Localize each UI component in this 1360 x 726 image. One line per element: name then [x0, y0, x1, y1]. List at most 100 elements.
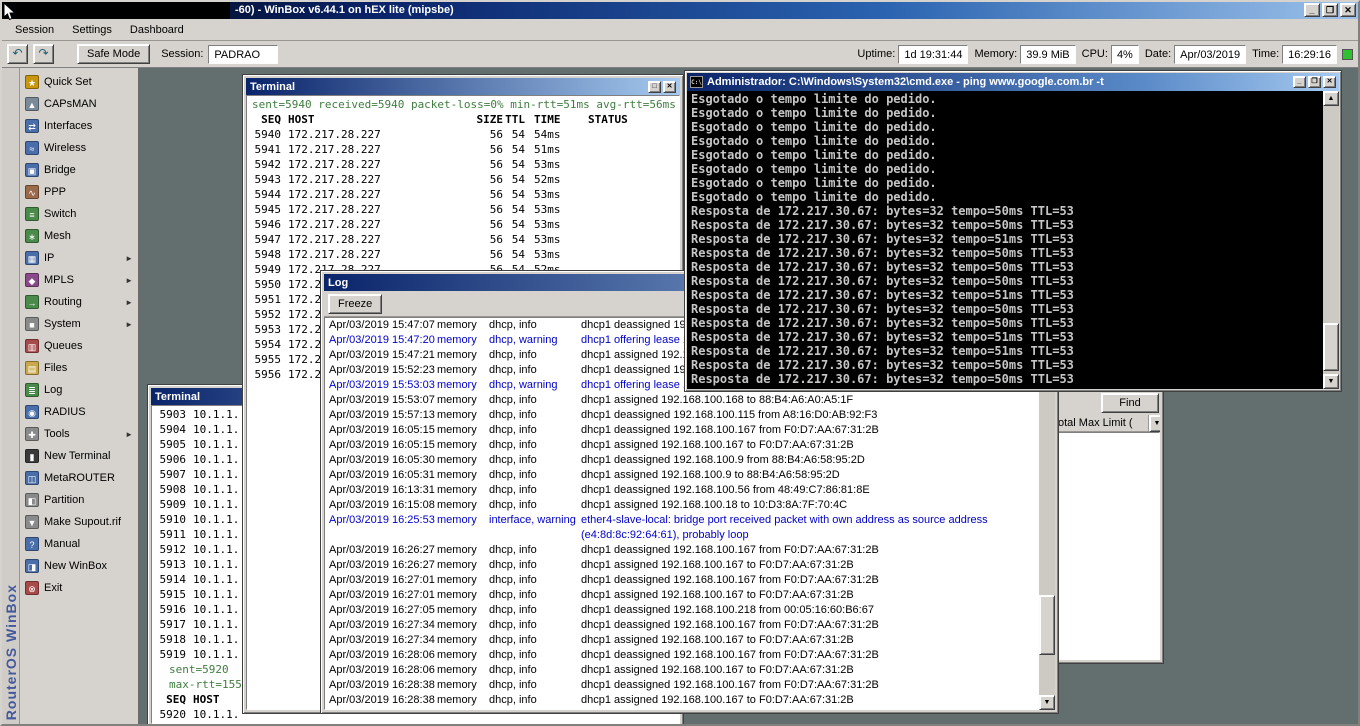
sidebar-item-exit[interactable]: ⊗ Exit — [20, 577, 138, 599]
sidebar-item-switch[interactable]: ≡ Switch — [20, 203, 138, 225]
cmd-console-output[interactable]: Esgotado o tempo limite do pedido. Esgot… — [687, 91, 1323, 389]
files-icon: ▤ — [25, 361, 39, 375]
sidebar-item-metarouter[interactable]: ◫ MetaROUTER — [20, 467, 138, 489]
sidebar-item-make-supout[interactable]: ▼ Make Supout.rif — [20, 511, 138, 533]
terminal2-title: Terminal — [155, 390, 201, 403]
terminal2-row: 5921 10.1.1. — [152, 722, 679, 723]
menu-dashboard[interactable]: Dashboard — [121, 20, 193, 40]
sidebar-item-quick-set[interactable]: ★ Quick Set — [20, 71, 138, 93]
sidebar-item-mesh[interactable]: ∗ Mesh — [20, 225, 138, 247]
log-row[interactable]: Apr/03/2019 16:27:01 memory dhcp, info d… — [325, 573, 1038, 588]
terminal1-row: 5948 172.217.28.227 56 54 53ms — [254, 248, 561, 261]
log-row[interactable]: Apr/03/2019 16:25:53 memory interface, w… — [325, 513, 1038, 543]
sidebar-item-log[interactable]: ≣ Log — [20, 379, 138, 401]
maximize-button[interactable]: ❐ — [1322, 3, 1338, 17]
sidebar-item-tools[interactable]: ✚ Tools ► — [20, 423, 138, 445]
log-row[interactable]: Apr/03/2019 16:05:31 memory dhcp, info d… — [325, 468, 1038, 483]
sidebar-item-wireless[interactable]: ≈ Wireless — [20, 137, 138, 159]
menu-session[interactable]: Session — [6, 20, 63, 40]
cmd-scrollbar-thumb[interactable] — [1323, 323, 1339, 371]
log-row[interactable]: Apr/03/2019 16:27:34 memory dhcp, info d… — [325, 633, 1038, 648]
log-row[interactable]: Apr/03/2019 15:57:13 memory dhcp, info d… — [325, 408, 1038, 423]
log-message: dhcp1 deassigned 192.168.100.167 from F0… — [581, 544, 879, 556]
cmd-line: Resposta de 172.217.30.67: bytes=32 temp… — [691, 246, 1074, 260]
cmd-close-button[interactable]: ✕ — [1323, 76, 1336, 88]
log-time: Apr/03/2019 16:05:30 — [329, 454, 435, 466]
sidebar-item-partition[interactable]: ◧ Partition — [20, 489, 138, 511]
sidebar-item-capsman[interactable]: ▲ CAPsMAN — [20, 93, 138, 115]
freeze-button[interactable]: Freeze — [328, 293, 383, 314]
sidebar-item-ip[interactable]: ▦ IP ► — [20, 247, 138, 269]
log-topics: interface, warning — [489, 514, 576, 526]
log-time: Apr/03/2019 15:47:21 — [329, 349, 435, 361]
minimize-button[interactable]: _ — [1304, 3, 1320, 17]
log-row[interactable]: Apr/03/2019 16:28:38 memory dhcp, info d… — [325, 693, 1038, 708]
log-row[interactable]: Apr/03/2019 16:26:27 memory dhcp, info d… — [325, 558, 1038, 573]
log-row[interactable]: Apr/03/2019 16:28:06 memory dhcp, info d… — [325, 663, 1038, 678]
log-row[interactable]: Apr/03/2019 16:27:01 memory dhcp, info d… — [325, 588, 1038, 603]
log-buffer: memory — [437, 394, 477, 406]
undo-icon[interactable]: ↶ — [7, 44, 28, 64]
log-row[interactable]: Apr/03/2019 16:05:30 memory dhcp, info d… — [325, 453, 1038, 468]
switch-icon: ≡ — [25, 207, 39, 221]
sidebar-item-bridge[interactable]: ▣ Bridge — [20, 159, 138, 181]
sidebar-item-radius[interactable]: ◉ RADIUS — [20, 401, 138, 423]
log-scrollbar-thumb[interactable] — [1039, 595, 1055, 655]
find-button[interactable]: Find — [1101, 393, 1159, 413]
log-topics: dhcp, info — [489, 499, 537, 511]
sidebar-item-queues[interactable]: ▥ Queues — [20, 335, 138, 357]
log-row[interactable]: Apr/03/2019 15:53:07 memory dhcp, info d… — [325, 393, 1038, 408]
log-icon: ≣ — [25, 383, 39, 397]
log-row[interactable]: Apr/03/2019 16:05:15 memory dhcp, info d… — [325, 423, 1038, 438]
sidebar-item-files[interactable]: ▤ Files — [20, 357, 138, 379]
exit-icon: ⊗ — [25, 581, 39, 595]
cmd-line: Esgotado o tempo limite do pedido. — [691, 148, 937, 162]
log-row[interactable]: Apr/03/2019 16:28:38 memory dhcp, info d… — [325, 678, 1038, 693]
session-field[interactable]: PADRAO — [208, 44, 279, 64]
sidebar-item-mpls[interactable]: ◆ MPLS ► — [20, 269, 138, 291]
sidebar-item-routing[interactable]: → Routing ► — [20, 291, 138, 313]
log-time: Apr/03/2019 16:27:01 — [329, 574, 435, 586]
terminal1-close-icon[interactable]: ✕ — [663, 80, 676, 93]
redo-icon[interactable]: ↷ — [33, 44, 54, 64]
cmd-scroll-down-icon[interactable]: ▼ — [1323, 374, 1339, 389]
scroll-down-icon[interactable]: ▼ — [1039, 695, 1055, 710]
terminal1-titlebar[interactable]: Terminal □ ✕ — [246, 78, 680, 95]
log-row[interactable]: Apr/03/2019 16:28:06 memory dhcp, info d… — [325, 648, 1038, 663]
stat-label: Date: — [1144, 48, 1172, 60]
log-time: Apr/03/2019 16:27:34 — [329, 634, 435, 646]
sidebar: RouterOS WinBox ★ Quick Set ▲ CAPsMAN ⇄ — [2, 68, 139, 724]
sidebar-item-interfaces[interactable]: ⇄ Interfaces — [20, 115, 138, 137]
sidebar-item-manual[interactable]: ? Manual — [20, 533, 138, 555]
main-titlebar[interactable]: -60) - WinBox v6.44.1 on hEX lite (mipsb… — [2, 2, 1358, 19]
safe-mode-button[interactable]: Safe Mode — [77, 44, 151, 64]
close-button[interactable]: ✕ — [1340, 3, 1356, 17]
log-row[interactable]: Apr/03/2019 16:15:08 memory dhcp, info d… — [325, 498, 1038, 513]
sidebar-item-system[interactable]: ■ System ► — [20, 313, 138, 335]
log-buffer: memory — [437, 484, 477, 496]
log-row[interactable]: Apr/03/2019 16:13:31 memory dhcp, info d… — [325, 483, 1038, 498]
cmd-minimize-button[interactable]: _ — [1293, 76, 1306, 88]
system-icon: ■ — [25, 317, 39, 331]
log-row[interactable]: Apr/03/2019 16:05:15 memory dhcp, info d… — [325, 438, 1038, 453]
sidebar-item-new-winbox[interactable]: ◨ New WinBox — [20, 555, 138, 577]
cmd-line: Resposta de 172.217.30.67: bytes=32 temp… — [691, 288, 1074, 302]
column-dropdown-icon[interactable]: ▼ — [1149, 415, 1160, 432]
log-row[interactable]: Apr/03/2019 16:26:27 memory dhcp, info d… — [325, 543, 1038, 558]
terminal1-stats-line: sent=5940 received=5940 packet-loss=0% m… — [252, 98, 679, 111]
total-max-limit-column-header[interactable]: otal Max Limit ( — [1056, 415, 1149, 432]
cmd-scroll-up-icon[interactable]: ▲ — [1323, 91, 1339, 106]
sidebar-item-new-terminal[interactable]: ▮ New Terminal — [20, 445, 138, 467]
menu-settings[interactable]: Settings — [63, 20, 121, 40]
log-row[interactable]: Apr/03/2019 16:27:34 memory dhcp, info d… — [325, 618, 1038, 633]
cmd-icon: C:\ — [690, 76, 703, 88]
sidebar-item-ppp[interactable]: ∿ PPP — [20, 181, 138, 203]
sidebar-item-label: Partition — [44, 494, 85, 506]
log-time: Apr/03/2019 16:05:15 — [329, 424, 435, 436]
cmd-maximize-button[interactable]: ❐ — [1308, 76, 1321, 88]
date-value: Apr/03/2019 — [1174, 44, 1247, 64]
log-row[interactable]: Apr/03/2019 16:27:05 memory dhcp, info d… — [325, 603, 1038, 618]
terminal1-maximize-icon[interactable]: □ — [648, 80, 661, 93]
cmd-titlebar[interactable]: C:\ Administrador: C:\Windows\System32\c… — [687, 73, 1339, 91]
cmd-scrollbar[interactable]: ▲ ▼ — [1323, 91, 1339, 389]
